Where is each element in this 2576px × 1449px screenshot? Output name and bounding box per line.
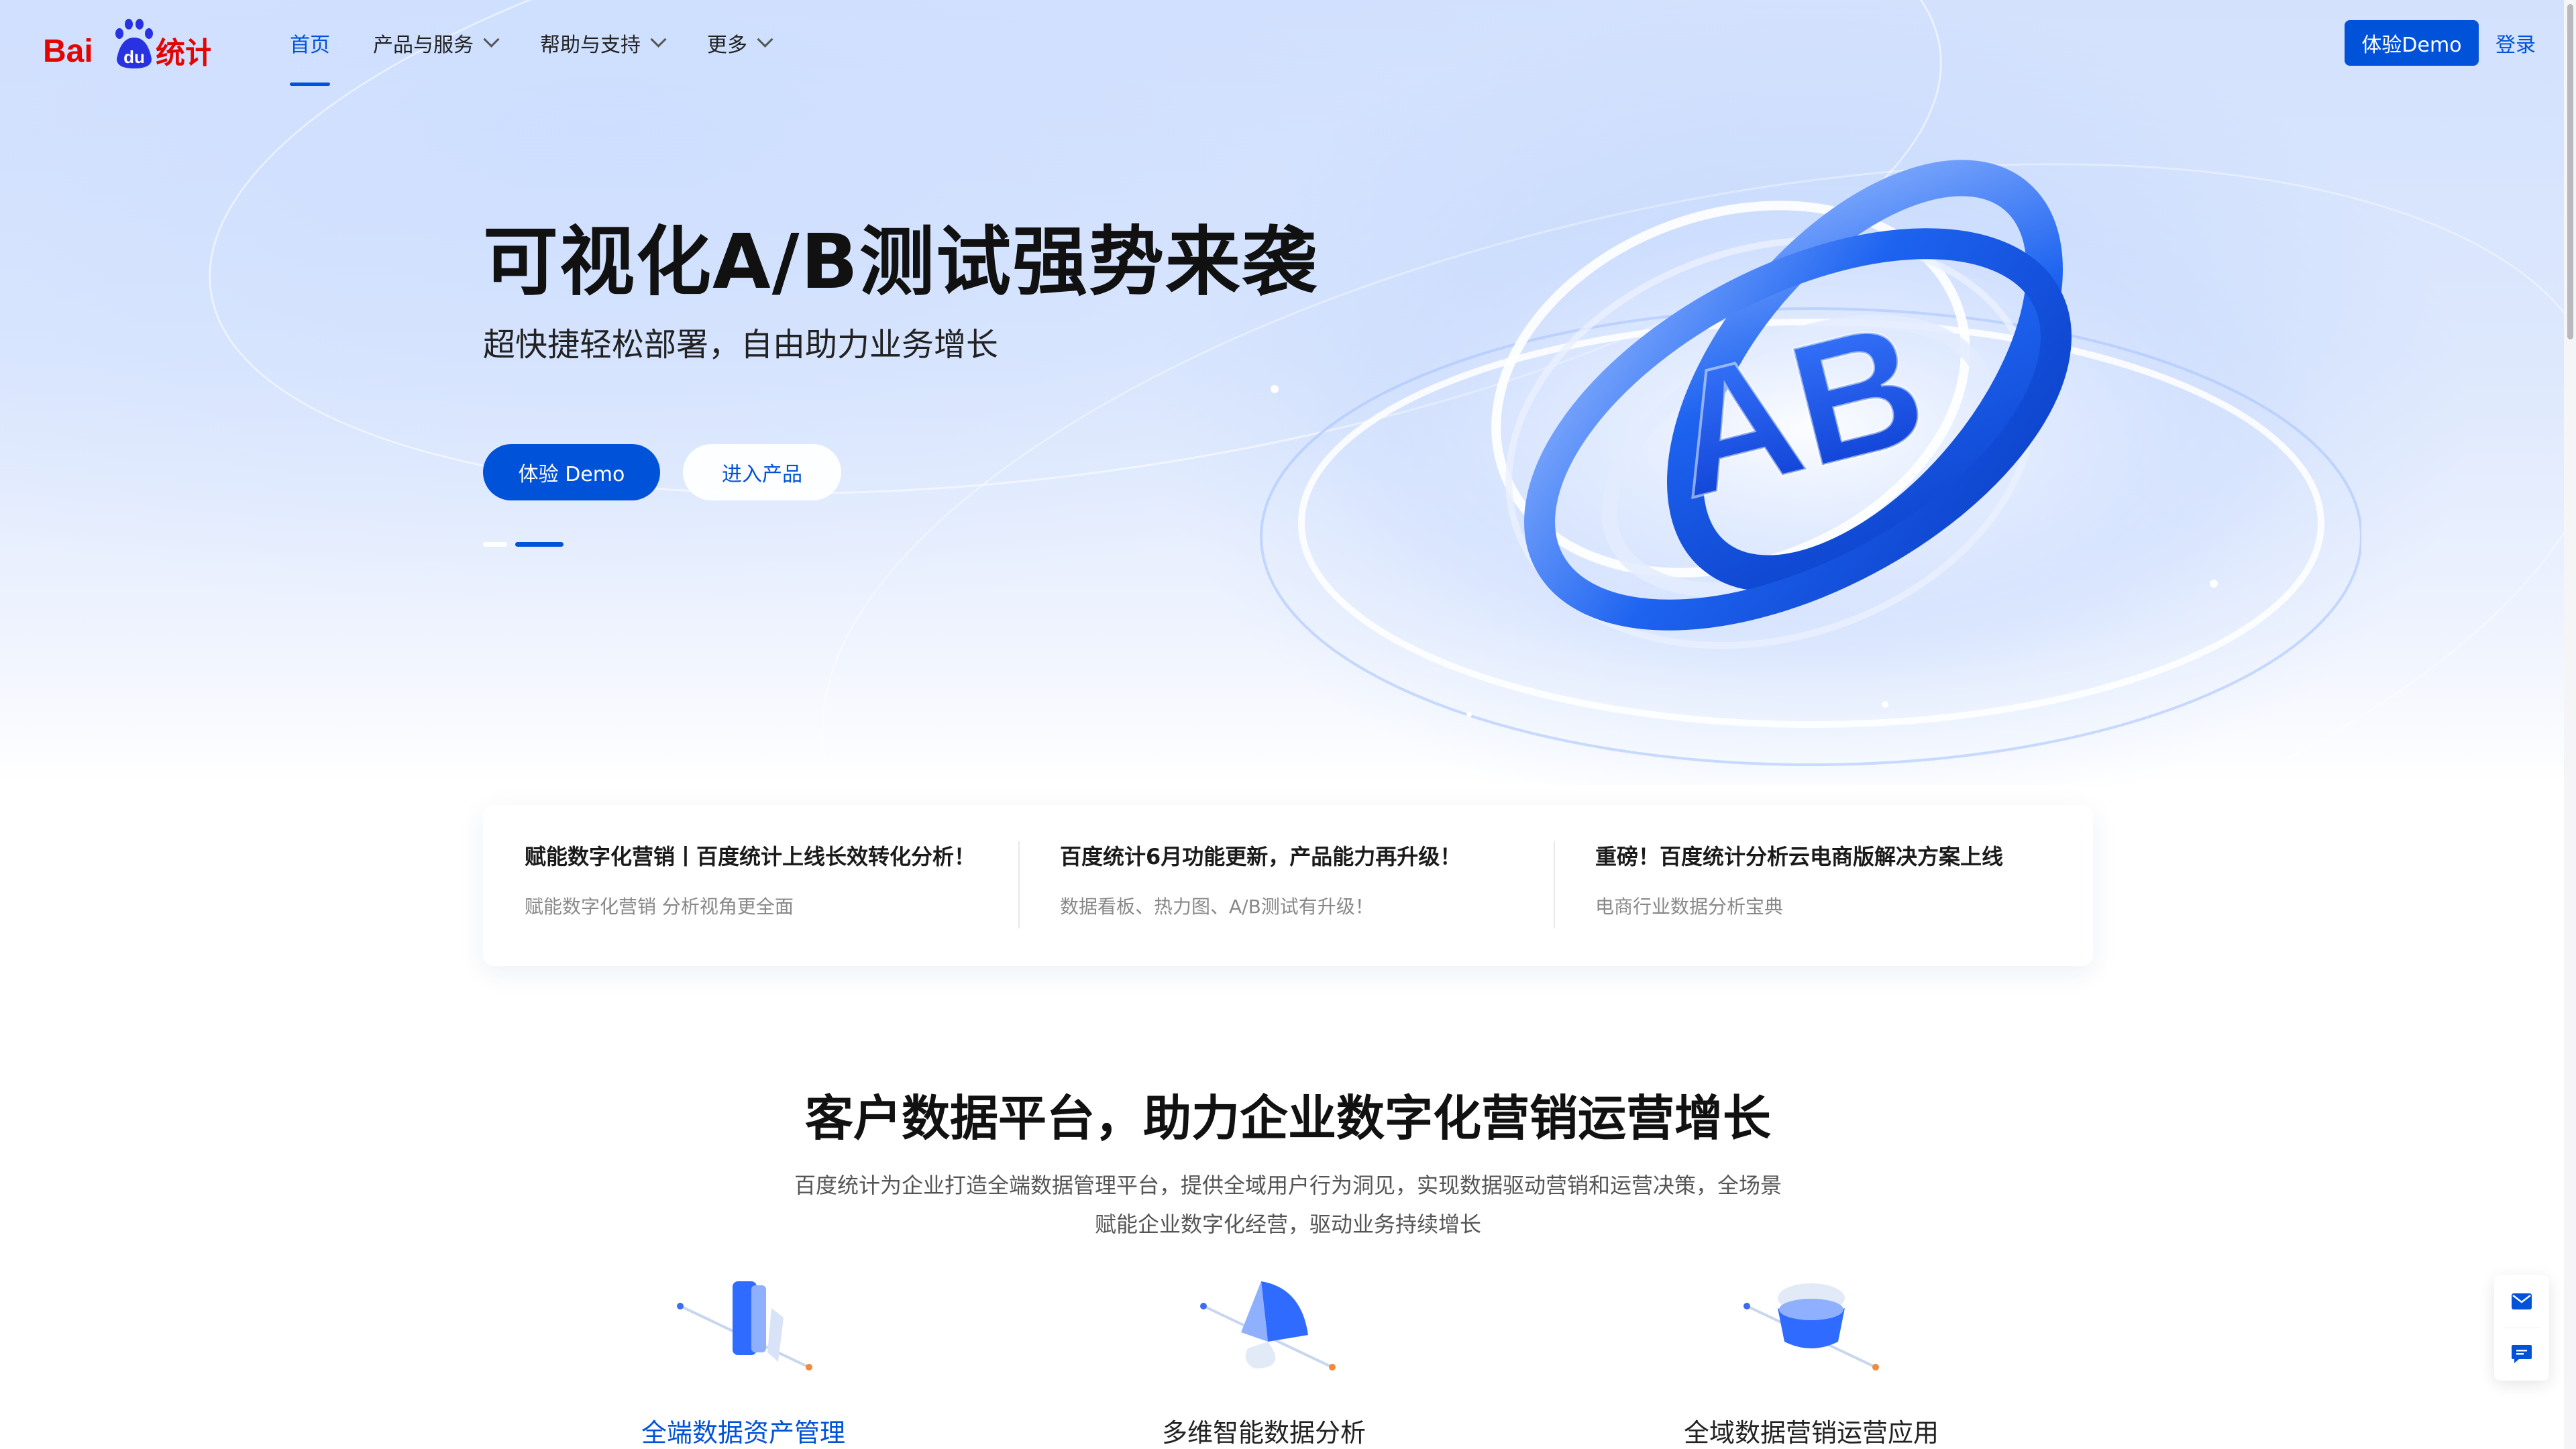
platform-desc-line: 百度统计为企业打造全端数据管理平台，提供全域用户行为洞见，实现数据驱动营销和运营… [794, 1173, 1782, 1198]
platform-section-desc: 百度统计为企业打造全端数据管理平台，提供全域用户行为洞见，实现数据驱动营销和运营… [771, 1166, 1805, 1244]
carousel-dot-2-active[interactable] [515, 542, 564, 547]
hero-demo-button[interactable]: 体验 Demo [483, 444, 660, 500]
nav-products-label: 产品与服务 [373, 34, 474, 57]
news-title: 百度统计6月功能更新，产品能力再升级！ [1060, 844, 1462, 869]
chevron-down-icon [757, 31, 773, 48]
news-item[interactable]: 赋能数字化营销丨百度统计上线长效转化分析！ 赋能数字化营销 分析视角更全面 [483, 805, 1006, 966]
page-scrollbar-thumb[interactable] [2567, 4, 2573, 339]
nav-home[interactable]: 首页 [290, 0, 330, 86]
news-title: 赋能数字化营销丨百度统计上线长效转化分析！ [525, 844, 976, 869]
chat-icon [2512, 1344, 2532, 1363]
nav-more-label: 更多 [707, 34, 747, 57]
data-asset-icon[interactable] [664, 1268, 825, 1382]
chevron-down-icon [483, 31, 500, 48]
nav-products[interactable]: 产品与服务 [373, 0, 500, 86]
news-item[interactable]: 百度统计6月功能更新，产品能力再升级！ 数据看板、热力图、A/B测试有升级！ [1018, 805, 1542, 966]
feature-label-data-analysis[interactable]: 多维智能数据分析 [1063, 1412, 1465, 1449]
platform-section-title: 客户数据平台，助力企业数字化营销运营增长 [804, 1090, 1771, 1146]
marketing-icon[interactable] [1731, 1268, 1892, 1382]
top-header: Bai du 统计 首页 产品与服务 帮助与支持 更多 体验Demo 登录 [0, 0, 2576, 86]
mail-button[interactable] [2494, 1275, 2549, 1328]
nav-home-label: 首页 [290, 34, 330, 57]
svg-text:Bai: Bai [43, 34, 93, 69]
feature-label-data-asset[interactable]: 全端数据资产管理 [542, 1412, 945, 1449]
news-desc: 赋能数字化营销 分析视角更全面 [525, 896, 794, 918]
enter-product-button[interactable]: 进入产品 [683, 444, 841, 500]
chevron-down-icon [650, 31, 667, 48]
news-desc: 电商行业数据分析宝典 [1595, 896, 1784, 918]
data-analysis-icon[interactable] [1187, 1268, 1348, 1382]
hero-title: 可视化A/B测试强势来袭 [483, 219, 1318, 306]
news-desc: 数据看板、热力图、A/B测试有升级！ [1060, 896, 1374, 918]
news-title: 重磅！百度统计分析云电商版解决方案上线 [1595, 844, 2004, 869]
baidu-tongji-logo[interactable]: Bai du 统计 [43, 15, 211, 75]
floating-tools-panel [2494, 1275, 2549, 1381]
login-link[interactable]: 登录 [2496, 20, 2536, 66]
nav-more[interactable]: 更多 [707, 0, 773, 86]
ab-hero-illustration: AB [1260, 160, 2361, 766]
hero-section: AB 可视化A/B测试强势来袭 超快捷轻松部署，自由助力业务增长 体验 Demo… [0, 0, 2576, 785]
mail-icon [2512, 1293, 2532, 1309]
header-demo-button[interactable]: 体验Demo [2345, 20, 2479, 66]
nav-help[interactable]: 帮助与支持 [540, 0, 667, 86]
news-card: 赋能数字化营销丨百度统计上线长效转化分析！ 赋能数字化营销 分析视角更全面 百度… [483, 805, 2093, 966]
hero-subtitle: 超快捷轻松部署，自由助力业务增长 [483, 326, 999, 364]
carousel-dot-1[interactable] [483, 542, 507, 547]
svg-text:统计: 统计 [156, 36, 211, 70]
news-item[interactable]: 重磅！百度统计分析云电商版解决方案上线 电商行业数据分析宝典 [1554, 805, 2077, 966]
nav-help-label: 帮助与支持 [540, 34, 641, 57]
svg-text:du: du [123, 47, 145, 67]
feature-label-marketing[interactable]: 全域数据营销运营应用 [1610, 1412, 2012, 1449]
main-nav: 首页 产品与服务 帮助与支持 更多 [290, 0, 814, 86]
platform-desc-line: 赋能企业数字化经营，驱动业务持续增长 [1094, 1212, 1481, 1237]
chat-button[interactable] [2494, 1328, 2549, 1381]
